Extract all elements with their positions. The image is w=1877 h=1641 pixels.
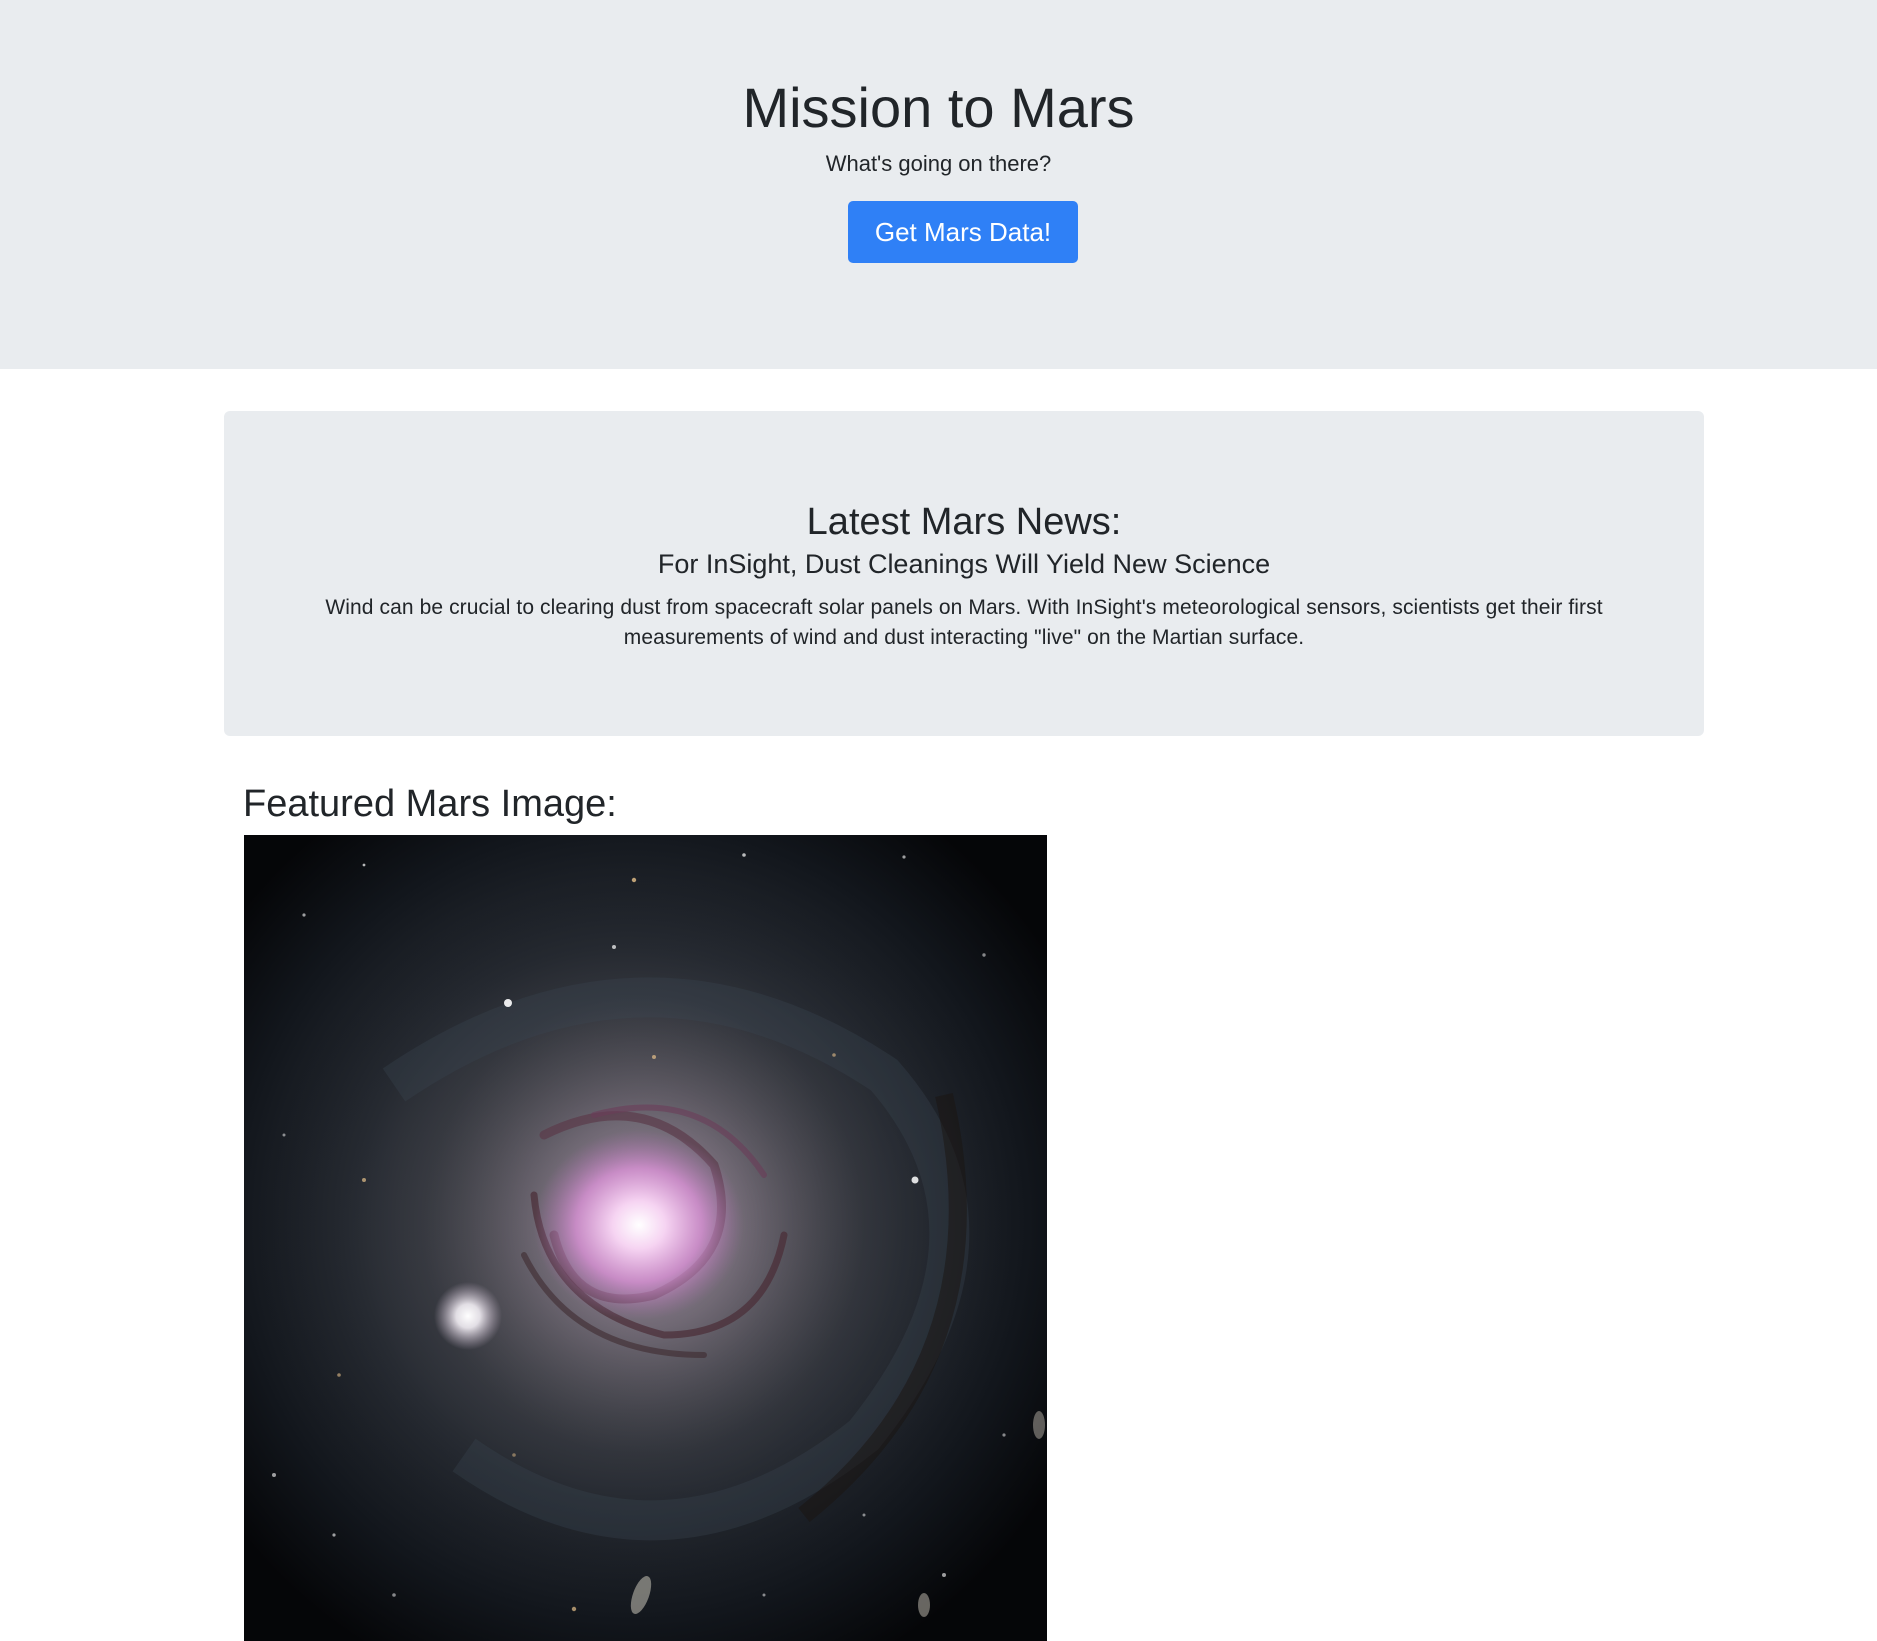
page-title: Mission to Mars	[742, 76, 1135, 139]
featured-image	[244, 835, 1047, 1641]
get-mars-data-button[interactable]: Get Mars Data!	[848, 201, 1078, 263]
featured-image-heading: Featured Mars Image:	[243, 783, 617, 825]
jumbotron-header: Mission to Mars What's going on there? G…	[0, 0, 1877, 369]
page-subtitle: What's going on there?	[825, 151, 1052, 176]
news-paragraph: Wind can be crucial to clearing dust fro…	[325, 596, 1603, 649]
galaxy-image	[244, 835, 1047, 1641]
news-title: For InSight, Dust Cleanings Will Yield N…	[657, 549, 1271, 579]
news-heading: Latest Mars News:	[806, 501, 1122, 543]
news-panel: Latest Mars News: For InSight, Dust Clea…	[224, 411, 1704, 736]
